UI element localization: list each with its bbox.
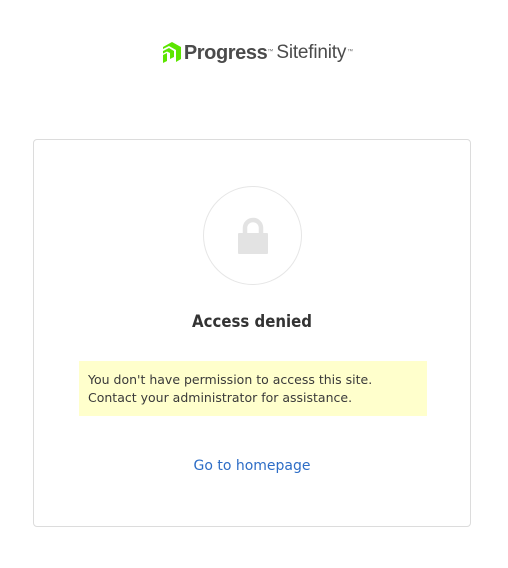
permission-message: You don't have permission to access this… [79,361,427,416]
logo: Progress ™ Sitefinity ™ [0,38,508,68]
access-denied-card: Access denied You don't have permission … [33,139,471,527]
logo-trademark-product: ™ [347,48,354,55]
progress-logo-mark-icon [162,42,181,63]
logo-brand-text: Progress [183,41,268,64]
progress-sitefinity-logo: Progress ™ Sitefinity ™ [161,42,353,65]
lock-icon-circle [203,186,302,285]
go-to-homepage-link[interactable]: Go to homepage [34,458,470,474]
lock-icon [237,217,268,254]
logo-trademark: ™ [267,48,274,55]
access-denied-page: Progress ™ Sitefinity ™ Access denied Yo… [0,0,508,568]
page-title: Access denied [192,312,312,332]
logo-product-text: Sitefinity [276,42,347,63]
